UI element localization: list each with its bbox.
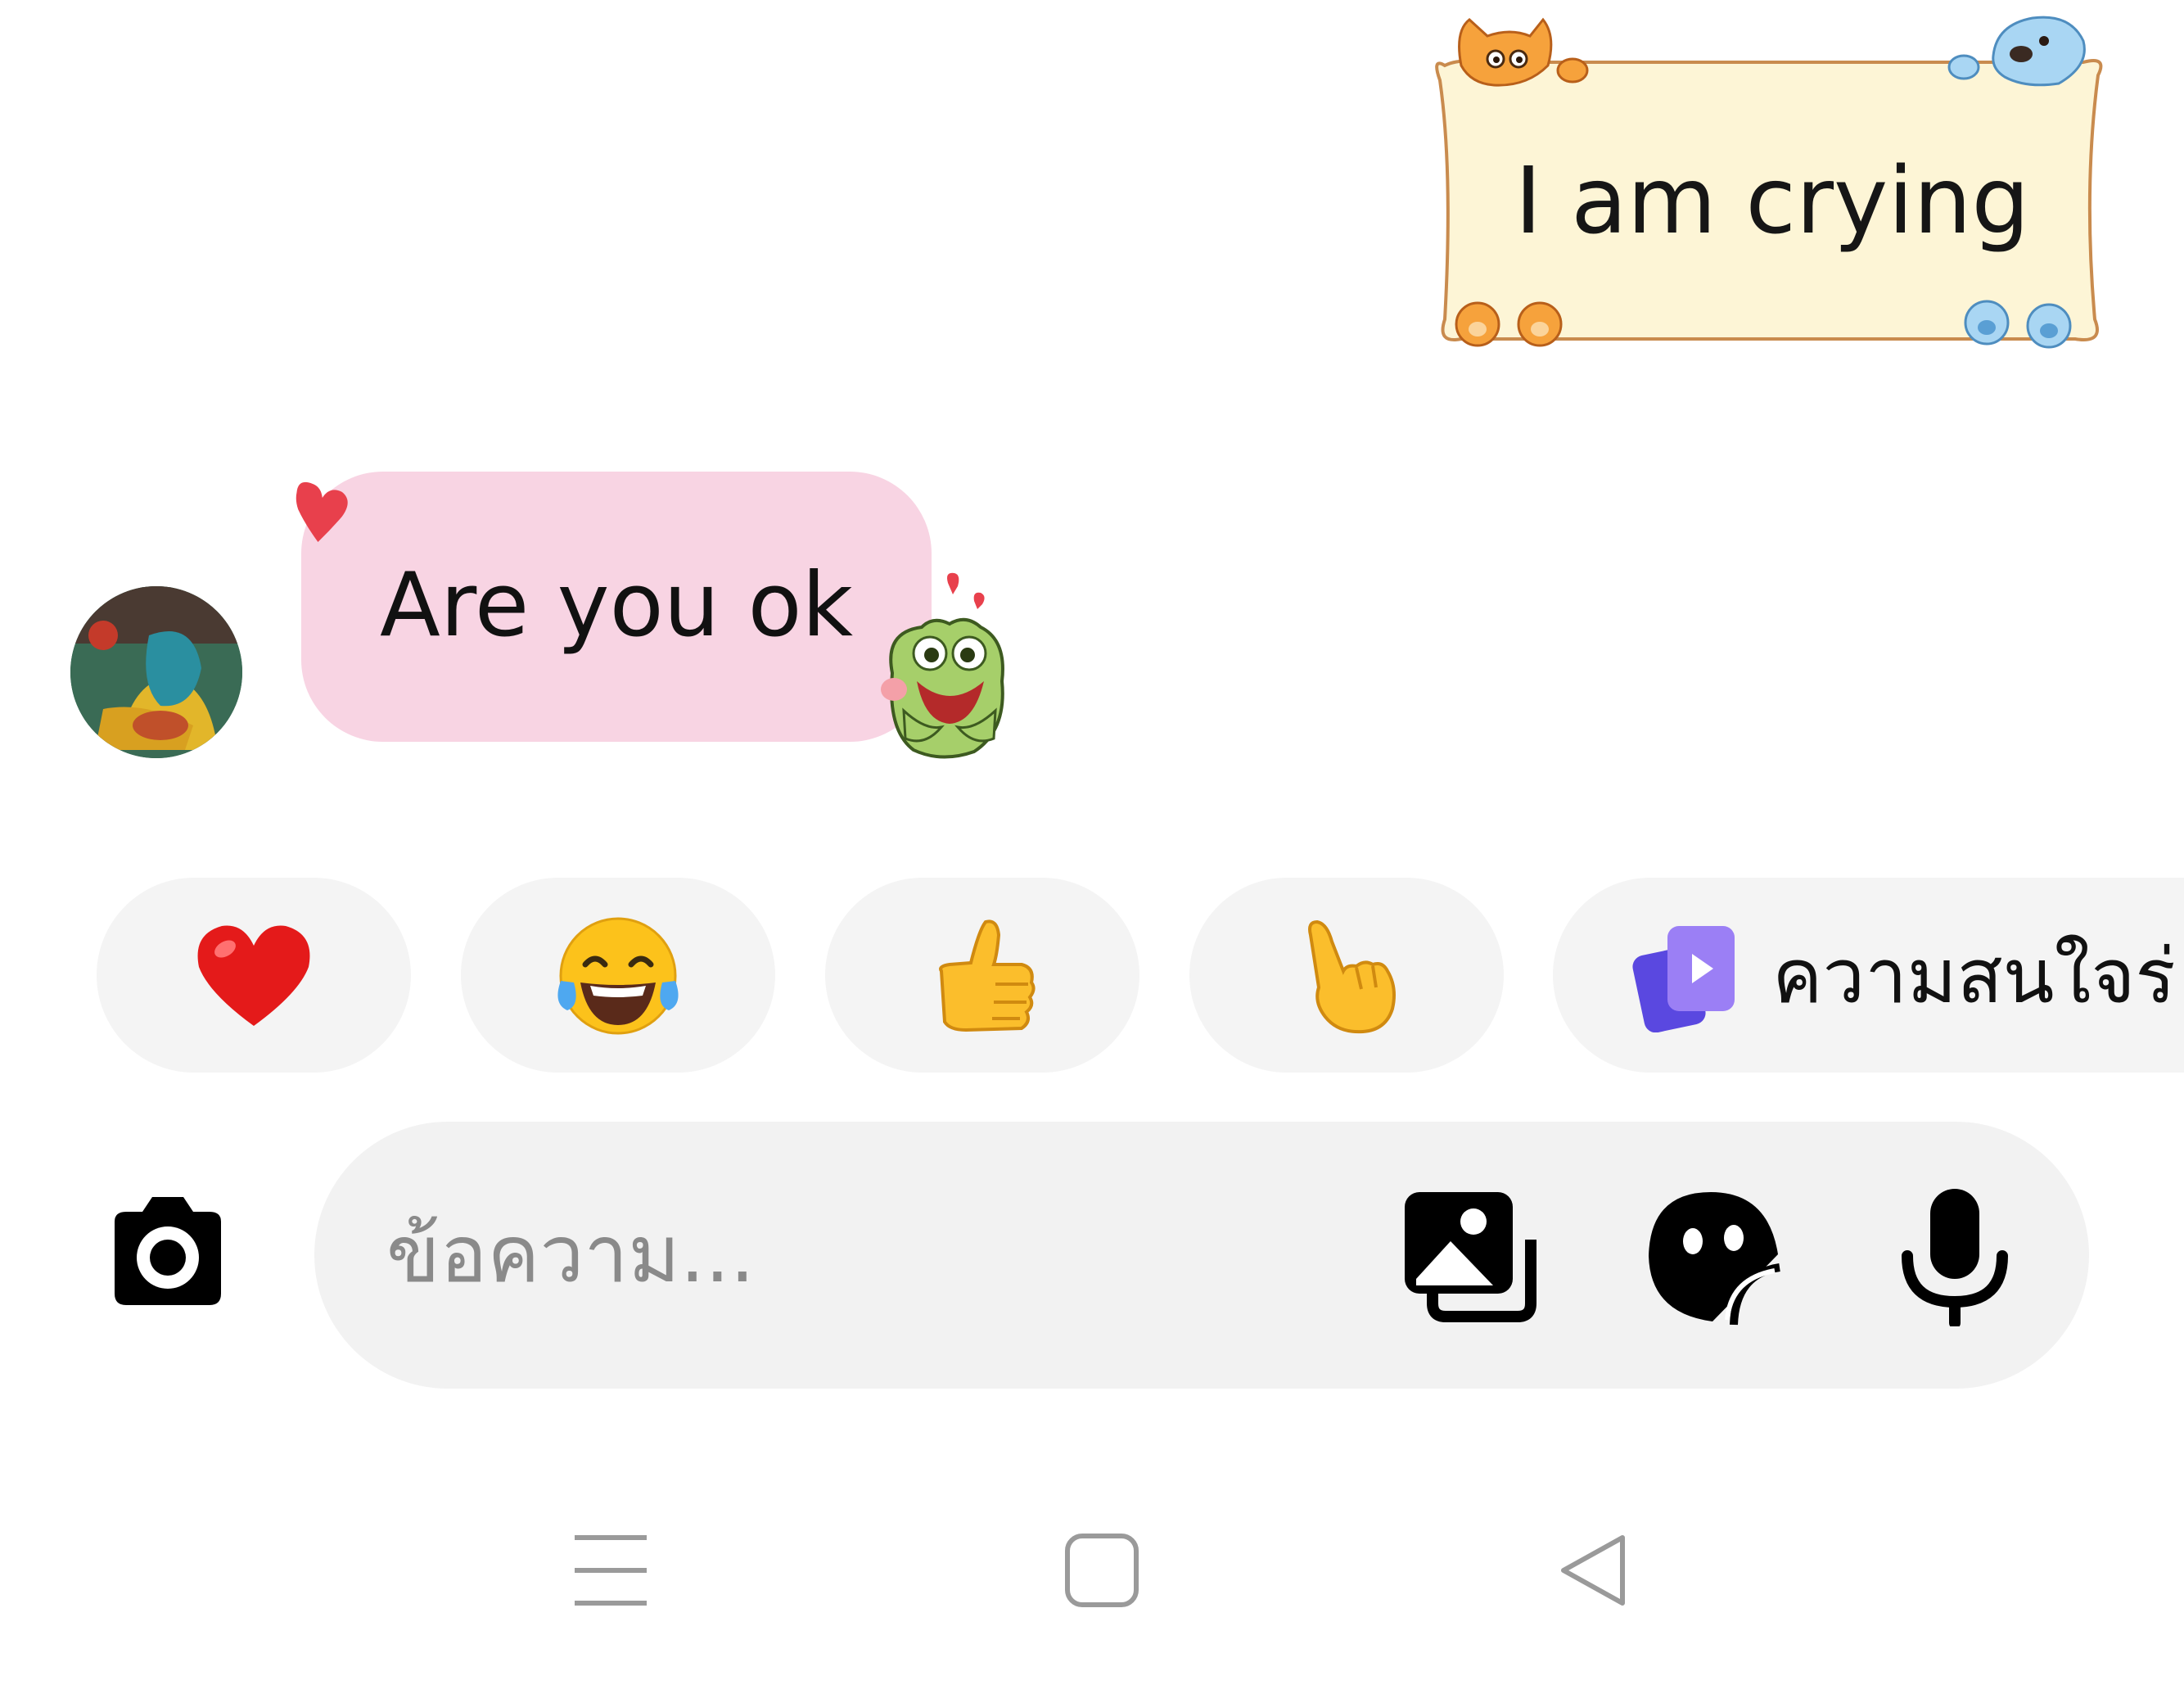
interests-chip-label: ความสนใจร่: [1772, 932, 2176, 1020]
received-message-bubble[interactable]: Are you ok: [301, 472, 932, 742]
reaction-chip-pointing[interactable]: [1189, 878, 1504, 1073]
sticker-button[interactable]: [1645, 1189, 1785, 1331]
interests-chip[interactable]: ความสนใจร่: [1553, 878, 2184, 1073]
frog-sticker-icon: [876, 567, 1015, 766]
home-square-icon: [1065, 1534, 1139, 1607]
sent-message-sticker[interactable]: I am crying: [1428, 8, 2116, 401]
gallery-button[interactable]: [1403, 1189, 1542, 1331]
camera-button[interactable]: [98, 1189, 237, 1315]
message-composer: [314, 1122, 2089, 1389]
interests-cards-icon: [1632, 926, 1735, 1032]
cat-icon: [1458, 17, 1589, 87]
voice-message-button[interactable]: [1897, 1187, 2012, 1330]
contact-avatar[interactable]: [70, 586, 242, 758]
menu-lines-icon: [575, 1535, 647, 1606]
nav-back-button[interactable]: [1555, 1533, 1631, 1611]
tears-of-joy-icon: [557, 917, 679, 1035]
reaction-chip-laugh[interactable]: [461, 878, 775, 1073]
dog-icon: [1947, 16, 2086, 87]
received-message-text: Are you ok: [380, 554, 854, 657]
back-triangle-icon: [1561, 1535, 1625, 1606]
pointing-hand-icon: [1308, 919, 1396, 1034]
nav-recents-button[interactable]: [573, 1533, 648, 1611]
reaction-chip-heart[interactable]: [97, 878, 411, 1073]
message-input[interactable]: [385, 1200, 1370, 1308]
gallery-icon: [1405, 1192, 1536, 1322]
thumbs-up-icon: [939, 919, 1036, 1032]
red-heart-icon: [197, 925, 310, 1026]
camera-icon: [115, 1197, 221, 1305]
sent-message-text: I am crying: [1514, 148, 2030, 255]
microphone-icon: [1902, 1189, 2008, 1329]
avatar-illustration-icon: [70, 586, 242, 758]
heart-reaction-icon: [288, 480, 354, 549]
reaction-chip-thumbs-up[interactable]: [825, 878, 1139, 1073]
nav-home-button[interactable]: [1064, 1533, 1139, 1611]
sticker-icon: [1649, 1192, 1780, 1326]
